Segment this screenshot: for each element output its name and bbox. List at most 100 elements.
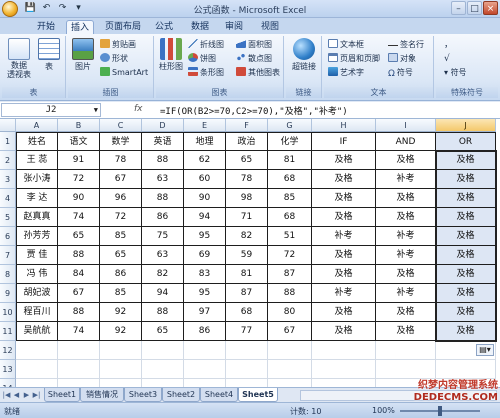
table-cell[interactable] xyxy=(184,379,226,387)
column-header-b[interactable]: B xyxy=(58,119,100,132)
table-cell[interactable] xyxy=(268,379,312,387)
table-cell[interactable]: 张小涛 xyxy=(16,170,58,189)
table-cell[interactable]: 86 xyxy=(184,322,226,341)
table-cell[interactable]: 87 xyxy=(268,265,312,284)
table-cell[interactable]: 65 xyxy=(226,151,268,170)
table-cell[interactable] xyxy=(184,341,226,360)
sheet-tab-sheet4[interactable]: Sheet4 xyxy=(200,388,238,402)
symbol-button[interactable]: Ω 符号 xyxy=(388,67,413,79)
table-cell[interactable]: 65 xyxy=(100,246,142,265)
row-header[interactable]: 7 xyxy=(0,246,16,265)
table-cell[interactable]: 68 xyxy=(268,208,312,227)
picture-button[interactable]: 图片 xyxy=(70,38,96,72)
worksheet-grid[interactable]: A B C D E F G H I J 1 姓名 语文 数学 英语 地理 政治 化学 IF AND OR 2 王 蕊 91 78… xyxy=(0,119,500,387)
table-cell[interactable]: 95 xyxy=(184,284,226,303)
row-header[interactable]: 2 xyxy=(0,151,16,170)
select-all-corner[interactable] xyxy=(0,119,16,132)
tab-view[interactable]: 视图 xyxy=(256,20,284,34)
table-cell[interactable]: 88 xyxy=(142,189,184,208)
table-cell[interactable]: 及格 xyxy=(436,208,496,227)
table-cell[interactable] xyxy=(58,379,100,387)
table-cell[interactable]: 83 xyxy=(184,265,226,284)
table-header-cell[interactable]: 姓名 xyxy=(16,132,58,151)
table-cell[interactable]: 及格 xyxy=(436,170,496,189)
table-cell[interactable] xyxy=(436,360,496,379)
table-cell[interactable]: 及格 xyxy=(312,303,376,322)
table-cell[interactable]: 及格 xyxy=(376,151,436,170)
table-header-cell[interactable]: 政治 xyxy=(226,132,268,151)
table-cell[interactable]: 51 xyxy=(268,227,312,246)
table-cell[interactable] xyxy=(100,360,142,379)
column-header-g[interactable]: G xyxy=(268,119,312,132)
table-cell[interactable]: 67 xyxy=(268,322,312,341)
minimize-button[interactable]: – xyxy=(451,1,466,15)
wordart-button[interactable]: 艺术字 xyxy=(328,67,364,79)
sheet-tab-sheet1[interactable]: Sheet1 xyxy=(44,388,80,402)
table-cell[interactable] xyxy=(226,360,268,379)
table-cell[interactable]: 81 xyxy=(268,151,312,170)
table-cell[interactable] xyxy=(16,379,58,387)
table-cell[interactable]: 65 xyxy=(142,322,184,341)
table-cell[interactable]: 98 xyxy=(226,189,268,208)
column-header-d[interactable]: D xyxy=(142,119,184,132)
table-header-cell[interactable]: 化学 xyxy=(268,132,312,151)
table-cell[interactable]: 88 xyxy=(268,284,312,303)
table-cell[interactable]: 88 xyxy=(58,246,100,265)
column-header-j[interactable]: J xyxy=(436,119,496,132)
column-header-f[interactable]: F xyxy=(226,119,268,132)
table-cell[interactable]: 及格 xyxy=(312,265,376,284)
maximize-button[interactable]: □ xyxy=(467,1,482,15)
table-cell[interactable]: 94 xyxy=(142,284,184,303)
table-cell[interactable]: 72 xyxy=(100,208,142,227)
table-cell[interactable]: 及格 xyxy=(312,151,376,170)
special-symbol-comma[interactable]: ， xyxy=(444,39,453,51)
row-header[interactable]: 11 xyxy=(0,322,16,341)
table-cell[interactable] xyxy=(312,360,376,379)
table-header-cell[interactable]: 语文 xyxy=(58,132,100,151)
table-cell[interactable]: 冯 伟 xyxy=(16,265,58,284)
table-cell[interactable] xyxy=(58,360,100,379)
table-cell[interactable]: 88 xyxy=(142,303,184,322)
tab-formulas[interactable]: 公式 xyxy=(150,20,178,34)
table-header-cell[interactable]: 地理 xyxy=(184,132,226,151)
table-cell[interactable]: 68 xyxy=(226,303,268,322)
table-cell[interactable] xyxy=(16,360,58,379)
table-cell[interactable]: 67 xyxy=(58,284,100,303)
close-button[interactable]: × xyxy=(483,1,498,15)
table-cell[interactable] xyxy=(226,341,268,360)
shapes-button[interactable]: 形状 xyxy=(100,53,128,65)
table-cell[interactable] xyxy=(100,379,142,387)
table-cell[interactable]: 85 xyxy=(268,189,312,208)
header-footer-button[interactable]: 页眉和页脚 xyxy=(328,53,380,65)
row-header[interactable]: 12 xyxy=(0,341,16,360)
table-cell[interactable]: 及格 xyxy=(436,303,496,322)
table-cell[interactable] xyxy=(376,360,436,379)
table-cell[interactable]: 及格 xyxy=(436,265,496,284)
table-cell[interactable]: 及格 xyxy=(436,189,496,208)
last-sheet-icon[interactable]: ▶| xyxy=(32,390,41,400)
bar-chart-button[interactable]: 条形图 xyxy=(188,67,224,79)
table-cell[interactable]: 78 xyxy=(226,170,268,189)
table-cell[interactable]: 77 xyxy=(226,322,268,341)
table-cell[interactable]: 69 xyxy=(184,246,226,265)
table-cell[interactable]: 94 xyxy=(184,208,226,227)
column-chart-button[interactable]: 柱形图 xyxy=(158,38,184,72)
sheet-tab-sheet3[interactable]: Sheet3 xyxy=(124,388,162,402)
table-cell[interactable] xyxy=(142,379,184,387)
table-cell[interactable] xyxy=(226,379,268,387)
signature-line-button[interactable]: 签名行 xyxy=(388,39,424,51)
row-header[interactable]: 8 xyxy=(0,265,16,284)
other-charts-button[interactable]: 其他图表 xyxy=(236,67,280,79)
table-cell[interactable] xyxy=(16,341,58,360)
column-header-c[interactable]: C xyxy=(100,119,142,132)
table-cell[interactable]: 90 xyxy=(184,189,226,208)
table-header-cell[interactable]: 数学 xyxy=(100,132,142,151)
row-header[interactable]: 10 xyxy=(0,303,16,322)
prev-sheet-icon[interactable]: ◀ xyxy=(12,390,21,400)
table-cell[interactable] xyxy=(58,341,100,360)
column-header-i[interactable]: I xyxy=(376,119,436,132)
table-cell[interactable]: 75 xyxy=(142,227,184,246)
table-cell[interactable]: 82 xyxy=(142,265,184,284)
table-header-cell[interactable]: AND xyxy=(376,132,436,151)
row-header[interactable]: 3 xyxy=(0,170,16,189)
